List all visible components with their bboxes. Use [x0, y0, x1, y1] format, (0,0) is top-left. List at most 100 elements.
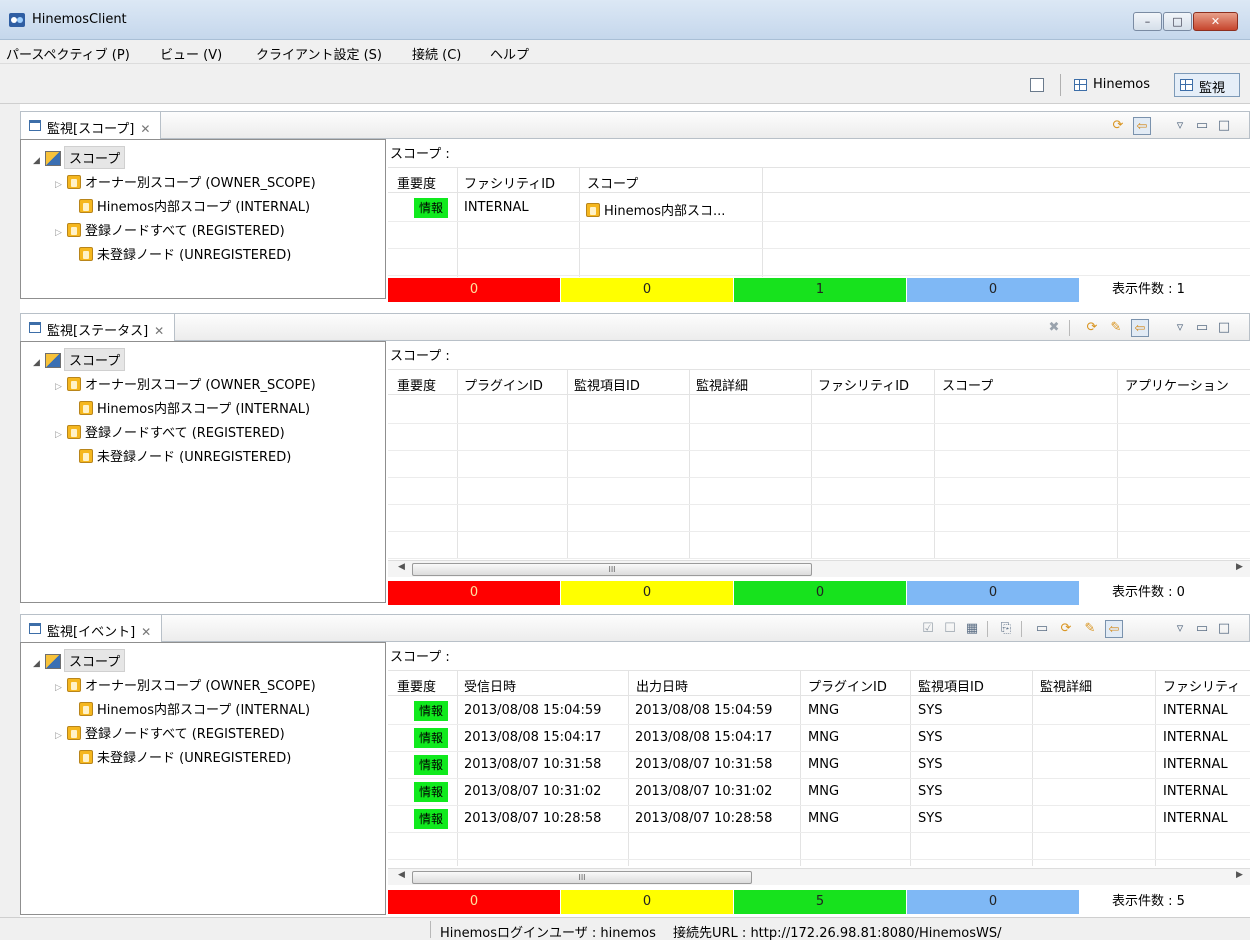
minimize-icon: – [1144, 15, 1151, 28]
filter-icon[interactable]: ✎ [1081, 620, 1099, 638]
tab-close-icon[interactable]: ✕ [141, 625, 151, 639]
tree-item-unregistered[interactable]: 未登録ノード (UNREGISTERED) [79, 446, 291, 468]
column-header[interactable]: ファシリティ [1163, 676, 1240, 695]
severity-counts: 0 0 0 0 表示件数 : 0 [388, 581, 1250, 605]
scroll-thumb[interactable]: III [412, 871, 752, 884]
column-header[interactable]: 受信日時 [464, 676, 516, 695]
column-header[interactable]: 重要度 [397, 173, 436, 192]
menu-perspective[interactable]: パースペクティブ (P) [6, 44, 130, 63]
column-header[interactable]: プラグインID [464, 375, 543, 394]
row-divider [388, 531, 1250, 532]
view-menu-icon[interactable]: ▿ [1171, 620, 1189, 638]
facility-cell: INTERNAL [1163, 811, 1228, 826]
minimize-view-icon[interactable]: ▭ [1193, 620, 1211, 638]
collapse-triangle-icon[interactable]: ◢ [33, 358, 45, 368]
maximize-button[interactable]: □ [1163, 12, 1192, 31]
toolbar-separator [1060, 74, 1061, 96]
back-arrow-icon[interactable]: ⇦ [1131, 319, 1149, 337]
batch-confirm-icon[interactable]: ▦ [963, 620, 981, 638]
minimize-button[interactable]: – [1133, 12, 1162, 31]
tree-item-registered[interactable]: ▷ 登録ノードすべて (REGISTERED) [55, 220, 285, 242]
open-detail-icon[interactable]: ⎘ [997, 620, 1015, 638]
collapse-triangle-icon[interactable]: ◢ [33, 156, 45, 166]
minimize-view-icon[interactable]: ▭ [1193, 117, 1211, 135]
menu-help[interactable]: ヘルプ [490, 44, 529, 63]
back-arrow-icon[interactable]: ⇦ [1133, 117, 1151, 135]
tree-item-owner-scope[interactable]: ▷ オーナー別スコープ (OWNER_SCOPE) [55, 172, 316, 194]
column-header[interactable]: ファシリティID [818, 375, 909, 394]
refresh-icon[interactable]: ⟳ [1057, 620, 1075, 638]
tree-item-label: Hinemos内部スコープ (INTERNAL) [97, 402, 311, 417]
column-header[interactable]: 出力日時 [636, 676, 688, 695]
column-header[interactable]: 監視項目ID [918, 676, 984, 695]
scroll-right-icon[interactable]: ▶ [1236, 562, 1243, 572]
horizontal-scrollbar[interactable]: ◀ III ▶ [388, 560, 1250, 577]
view-tabbar: 監視[ステータス] ✕ ✖ ⟳ ✎ ⇦ ▿ ▭ □ [20, 313, 1250, 341]
tab-monitor-event[interactable]: 監視[イベント] ✕ [21, 615, 163, 642]
perspective-monitor-button[interactable]: 監視 [1174, 73, 1240, 97]
tab-close-icon[interactable]: ✕ [140, 122, 150, 136]
scroll-thumb[interactable]: III [412, 563, 812, 576]
severity-badge: 情報 [414, 782, 448, 802]
column-header[interactable]: 監視詳細 [1040, 676, 1092, 695]
close-window-button[interactable]: ✕ [1193, 12, 1238, 31]
column-header[interactable]: アプリケーション [1125, 375, 1229, 394]
confirm-checkbox-icon[interactable]: ☑ [919, 620, 937, 638]
tree-item-registered[interactable]: ▷ 登録ノードすべて (REGISTERED) [55, 723, 285, 745]
scope-tree: ◢ スコープ ▷ オーナー別スコープ (OWNER_SCOPE) Hinemos内部… [20, 139, 386, 299]
collapse-triangle-icon[interactable]: ◢ [33, 659, 45, 669]
horizontal-scrollbar[interactable]: ◀ III ▶ [388, 868, 1250, 885]
tree-item-unregistered[interactable]: 未登録ノード (UNREGISTERED) [79, 244, 291, 266]
unconfirm-checkbox-icon[interactable]: ☐ [941, 620, 959, 638]
minimize-view-icon[interactable]: ▭ [1193, 319, 1211, 337]
column-header[interactable]: 監視項目ID [574, 375, 640, 394]
column-header[interactable]: プラグインID [808, 676, 887, 695]
tree-root-scope[interactable]: ◢ スコープ [33, 649, 126, 672]
back-arrow-icon[interactable]: ⇦ [1105, 620, 1123, 638]
column-header[interactable]: 監視詳細 [696, 375, 748, 394]
tree-item-owner-scope[interactable]: ▷ オーナー別スコープ (OWNER_SCOPE) [55, 675, 316, 697]
view-menu-icon[interactable]: ▿ [1171, 117, 1189, 135]
received-time-cell: 2013/08/08 15:04:17 [464, 730, 602, 745]
scroll-left-icon[interactable]: ◀ [398, 870, 405, 880]
perspective-hinemos-button[interactable]: Hinemos [1068, 73, 1168, 97]
column-header[interactable]: スコープ [587, 173, 638, 192]
column-header[interactable]: スコープ [942, 375, 993, 394]
menu-view[interactable]: ビュー (V) [160, 44, 222, 63]
refresh-icon[interactable]: ⟳ [1083, 319, 1101, 337]
tree-item-owner-scope[interactable]: ▷ オーナー別スコープ (OWNER_SCOPE) [55, 374, 316, 396]
column-header[interactable]: ファシリティID [464, 173, 555, 192]
tree-root-scope[interactable]: ◢ スコープ [33, 146, 126, 169]
view-window-toggle-icon[interactable]: ▭ [1033, 620, 1051, 638]
expand-triangle-icon[interactable]: ▷ [55, 430, 67, 440]
tree-item-internal[interactable]: Hinemos内部スコープ (INTERNAL) [79, 398, 310, 420]
expand-triangle-icon[interactable]: ▷ [55, 683, 67, 693]
maximize-view-icon[interactable]: □ [1215, 319, 1233, 337]
tab-monitor-status[interactable]: 監視[ステータス] ✕ [21, 314, 176, 341]
refresh-icon[interactable]: ⟳ [1109, 117, 1127, 135]
expand-triangle-icon[interactable]: ▷ [55, 731, 67, 741]
menu-connection[interactable]: 接続 (C) [412, 44, 461, 63]
maximize-view-icon[interactable]: □ [1215, 117, 1233, 135]
tree-item-registered[interactable]: ▷ 登録ノードすべて (REGISTERED) [55, 422, 285, 444]
tree-item-unregistered[interactable]: 未登録ノード (UNREGISTERED) [79, 747, 291, 769]
delete-icon[interactable]: ✖ [1045, 319, 1063, 337]
expand-triangle-icon[interactable]: ▷ [55, 228, 67, 238]
tree-item-internal[interactable]: Hinemos内部スコープ (INTERNAL) [79, 196, 310, 218]
maximize-view-icon[interactable]: □ [1215, 620, 1233, 638]
tree-item-internal[interactable]: Hinemos内部スコープ (INTERNAL) [79, 699, 310, 721]
expand-triangle-icon[interactable]: ▷ [55, 180, 67, 190]
column-header[interactable]: 重要度 [397, 676, 436, 695]
menu-client-settings[interactable]: クライアント設定 (S) [256, 44, 382, 63]
filter-icon[interactable]: ✎ [1107, 319, 1125, 337]
perspective-toolbar: Hinemos 監視 [0, 64, 1250, 104]
tab-monitor-scope[interactable]: 監視[スコープ] ✕ [21, 112, 162, 139]
column-header[interactable]: 重要度 [397, 375, 436, 394]
expand-triangle-icon[interactable]: ▷ [55, 382, 67, 392]
open-perspective-icon[interactable] [1030, 78, 1044, 92]
scroll-right-icon[interactable]: ▶ [1236, 870, 1243, 880]
view-menu-icon[interactable]: ▿ [1171, 319, 1189, 337]
scroll-left-icon[interactable]: ◀ [398, 562, 405, 572]
tree-root-scope[interactable]: ◢ スコープ [33, 348, 126, 371]
tab-close-icon[interactable]: ✕ [154, 324, 164, 338]
